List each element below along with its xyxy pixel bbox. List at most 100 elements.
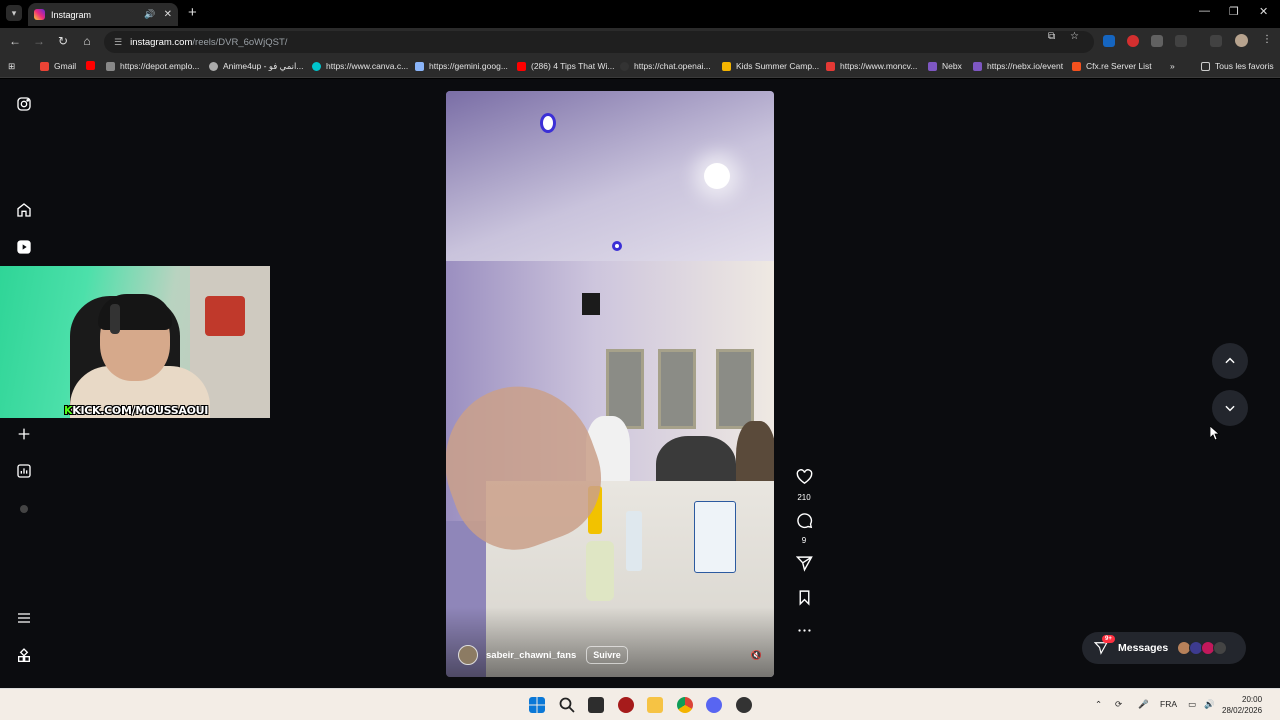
- close-window-button[interactable]: ✕: [1259, 5, 1268, 18]
- bookmark-item[interactable]: https://www.canva.c...: [312, 61, 408, 71]
- bookmarks-bar: ⊞ Gmail https://depot.emplo... Anime4up …: [0, 56, 1280, 78]
- windows-taskbar: ⌃ ⟳ 🎤 FRA ▭ 🔊 20:00 28/02/2026: [0, 688, 1280, 720]
- globe-icon: [209, 62, 218, 71]
- like-button[interactable]: 210: [792, 469, 816, 502]
- create-plus-icon[interactable]: [16, 426, 32, 442]
- save-button[interactable]: [792, 589, 816, 611]
- install-app-icon[interactable]: ⧉: [1048, 31, 1055, 42]
- bookmarks-overflow-button[interactable]: »: [1170, 61, 1175, 71]
- apps-grid-icon[interactable]: ⊞: [8, 61, 15, 72]
- bookmark-item[interactable]: https://gemini.goog...: [415, 61, 508, 71]
- address-bar[interactable]: ☰ instagram.com/reels/DVR_6oWjQST/: [104, 31, 1094, 53]
- cfx-icon: [1072, 61, 1081, 71]
- bookmark-item[interactable]: (286) 4 Tips That Wi...: [517, 61, 614, 71]
- profile-avatar-small[interactable]: [16, 501, 32, 517]
- discord-icon[interactable]: [706, 697, 722, 713]
- bookmark-label: https://gemini.goog...: [429, 61, 508, 71]
- bookmark-item[interactable]: https://nebx.io/event: [973, 61, 1063, 71]
- bookmark-label: (286) 4 Tips That Wi...: [531, 61, 615, 71]
- extension-3-icon[interactable]: [1151, 35, 1163, 47]
- file-explorer-icon[interactable]: [647, 697, 663, 713]
- bookmark-item[interactable]: Nebx: [928, 61, 962, 71]
- app-icon-red[interactable]: [618, 697, 634, 713]
- sync-icon[interactable]: ⟳: [1115, 699, 1122, 710]
- bookmark-item[interactable]: Anime4up - انمي فو...: [209, 61, 303, 72]
- instagram-logo-icon[interactable]: [16, 96, 32, 112]
- youtube-icon: [86, 61, 95, 70]
- bookmark-item[interactable]: https://www.moncv...: [826, 61, 917, 71]
- search-icon[interactable]: [559, 697, 575, 713]
- reel-video[interactable]: sabeir_chawni_fans Suivre 🔇: [446, 91, 774, 677]
- messages-button[interactable]: 9+ Messages: [1082, 632, 1246, 664]
- extension-2-icon[interactable]: [1127, 35, 1139, 47]
- bookmark-star-icon[interactable]: ☆: [1070, 31, 1079, 42]
- video-ceiling-light: [540, 113, 556, 133]
- extensions-puzzle-icon[interactable]: [1175, 35, 1187, 47]
- comment-button[interactable]: 9: [792, 512, 816, 545]
- follow-button[interactable]: Suivre: [586, 646, 628, 664]
- reload-button[interactable]: ↻: [55, 34, 71, 48]
- previous-reel-button[interactable]: [1212, 343, 1248, 379]
- youtube-icon: [517, 61, 526, 71]
- also-from-meta-icon[interactable]: [16, 648, 32, 664]
- task-view-icon[interactable]: [588, 697, 604, 713]
- bookmark-item[interactable]: https://depot.emplo...: [106, 61, 199, 71]
- bookmark-item[interactable]: Gmail: [40, 61, 76, 71]
- home-button[interactable]: ⌂: [79, 34, 95, 48]
- heart-icon: [796, 469, 812, 485]
- speaker-icon[interactable]: 🔊: [144, 9, 155, 20]
- minimize-button[interactable]: —: [1199, 5, 1210, 17]
- forward-button[interactable]: →: [31, 34, 47, 48]
- site-info-icon[interactable]: ☰: [114, 37, 122, 48]
- canva-icon: [312, 61, 321, 71]
- new-tab-button[interactable]: +: [188, 4, 197, 21]
- instagram-page: KKICK.COM/MOUSSAOUI sabeir_chawni_fans S…: [0, 79, 1280, 688]
- tab-list-button[interactable]: ▾: [6, 5, 22, 21]
- bookmark-label: https://www.moncv...: [840, 61, 918, 71]
- bookmark-item[interactable]: https://chat.openai...: [620, 61, 711, 71]
- system-clock[interactable]: 20:00 28/02/2026: [1222, 694, 1262, 716]
- webcam-overlay: KKICK.COM/MOUSSAOUI: [0, 266, 270, 418]
- next-reel-button[interactable]: [1212, 390, 1248, 426]
- author-username[interactable]: sabeir_chawni_fans: [486, 650, 576, 661]
- menu-kebab-icon[interactable]: ⋮: [1262, 34, 1272, 45]
- home-icon[interactable]: [16, 202, 32, 218]
- language-indicator[interactable]: FRA: [1160, 699, 1177, 709]
- media-controls-icon[interactable]: [1210, 35, 1222, 47]
- kick-channel-text: KICK.COM/MOUSSAOUI: [72, 404, 209, 417]
- restore-button[interactable]: ❐: [1229, 5, 1239, 18]
- bookmark-item[interactable]: Cfx.re Server List: [1072, 61, 1152, 71]
- more-menu-icon[interactable]: [16, 610, 32, 626]
- obs-icon[interactable]: [736, 697, 752, 713]
- comment-count: 9: [801, 536, 807, 545]
- clock-time: 20:00: [1242, 695, 1263, 704]
- microphone-icon[interactable]: 🎤: [1138, 699, 1149, 710]
- reels-icon[interactable]: [16, 239, 32, 255]
- mouse-cursor-icon: [1210, 426, 1220, 440]
- extension-1-icon[interactable]: [1103, 35, 1115, 47]
- tray-overflow-icon[interactable]: ⌃: [1095, 699, 1102, 710]
- reel-author: sabeir_chawni_fans Suivre: [458, 645, 628, 665]
- author-avatar[interactable]: [458, 645, 478, 665]
- close-tab-icon[interactable]: ✕: [164, 9, 172, 20]
- back-button[interactable]: ←: [7, 34, 23, 48]
- tab-instagram[interactable]: Instagram 🔊 ✕: [28, 3, 178, 26]
- dashboard-icon[interactable]: [16, 463, 32, 479]
- chrome-icon[interactable]: [677, 697, 693, 713]
- folder-icon: [1201, 61, 1210, 71]
- gmail-icon: [40, 61, 49, 71]
- mute-icon[interactable]: 🔇: [751, 650, 762, 661]
- volume-icon[interactable]: 🔊: [1204, 699, 1215, 710]
- bookmark-item[interactable]: Kids Summer Camp...: [722, 61, 819, 71]
- profile-avatar[interactable]: [1235, 34, 1248, 47]
- gemini-icon: [415, 61, 424, 71]
- all-bookmarks-folder[interactable]: Tous les favoris: [1201, 61, 1274, 71]
- bookmark-item[interactable]: [86, 61, 100, 70]
- windows-start-icon[interactable]: [529, 697, 545, 713]
- share-button[interactable]: [792, 555, 816, 577]
- bookmark-label: Cfx.re Server List: [1086, 61, 1152, 71]
- all-bookmarks-label: Tous les favoris: [1215, 61, 1274, 71]
- headset-icon: [110, 304, 120, 334]
- network-icon[interactable]: ▭: [1188, 699, 1196, 710]
- more-options-button[interactable]: [792, 622, 816, 644]
